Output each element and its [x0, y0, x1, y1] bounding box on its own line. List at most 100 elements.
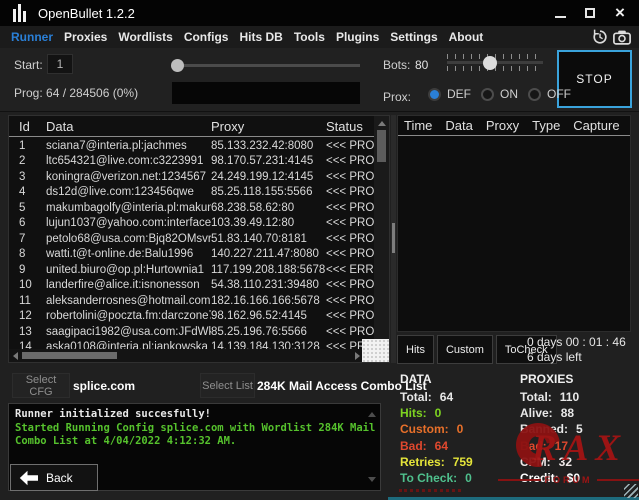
cell-status: <<< PRO	[326, 201, 374, 214]
screenshot-camera-icon[interactable]	[613, 30, 631, 45]
table-row[interactable]: 4 ds12d@live.com:123456qwe 85.25.118.155:5…	[9, 185, 374, 201]
stat-label: Retries:	[400, 454, 445, 469]
cell-proxy: 85.133.232.42:8080	[211, 139, 314, 152]
table-row[interactable]: 8 watti.t@t-online.de:Balu1996 140.227.211…	[9, 247, 374, 263]
scrollbar-corner	[362, 339, 389, 362]
back-button[interactable]: Back	[10, 464, 98, 491]
bots-slider-handle[interactable]	[483, 56, 497, 70]
table-row[interactable]: 13 saagipaci1982@usa.com:JFdWkXW385.25.19…	[9, 324, 374, 340]
cell-id: 8	[19, 248, 26, 261]
menu-icons	[592, 29, 631, 45]
table-row[interactable]: 5 makumbagolfy@interia.pl:makumba68.238.5…	[9, 200, 374, 216]
stat-label: CPM:	[520, 454, 551, 469]
hits-col-type[interactable]: Type	[532, 118, 560, 133]
proxies-stat-credit-: Credit: $0	[520, 470, 583, 486]
stat-value: 110	[559, 390, 580, 405]
tab-hits[interactable]: Hits	[397, 335, 434, 364]
menu-item-wordlists[interactable]: Wordlists	[118, 30, 172, 44]
cell-id: 12	[19, 310, 32, 323]
stat-label: Bad:	[520, 438, 547, 453]
cell-status: <<< PRO	[326, 139, 374, 152]
bots-slider[interactable]	[447, 54, 543, 76]
close-icon[interactable]: ×	[613, 4, 627, 21]
cell-data: united.biuro@op.pl:Hurtownia1	[46, 263, 205, 276]
log-line: Runner initialized succesfully!	[15, 408, 211, 420]
stat-label: Credit:	[520, 471, 559, 486]
scroll-right-icon[interactable]	[355, 352, 360, 360]
scroll-left-icon[interactable]	[13, 352, 18, 360]
select-wordlist-button[interactable]: Select List	[200, 373, 255, 398]
prox-radio-off[interactable]: OFF	[528, 87, 571, 101]
table-row[interactable]: 10 landerfire@alice.it:isnonesson 54.38.11…	[9, 278, 374, 294]
bots-value: 80	[415, 58, 429, 72]
table-row[interactable]: 2 ltc654321@live.com:c3223991 98.170.57.23…	[9, 154, 374, 170]
table-row[interactable]: 9 united.biuro@op.pl:Hurtownia1 117.199.20…	[9, 262, 374, 278]
horizontal-scroll-thumb[interactable]	[22, 352, 117, 359]
resize-grip[interactable]	[624, 484, 638, 498]
prox-radio-on[interactable]: ON	[481, 87, 518, 101]
data-stat-hits-: Hits: 0	[400, 405, 473, 421]
menubar: Runner Proxies Wordlists Configs Hits DB Tool…	[0, 26, 639, 48]
stat-value: 32	[558, 454, 573, 469]
cell-proxy: 103.39.49.12:80	[211, 217, 295, 230]
select-config-button[interactable]: Select CFG	[12, 373, 70, 398]
prox-radio-def[interactable]: DEF	[428, 87, 471, 101]
minimize-icon[interactable]	[553, 6, 567, 20]
stat-value: $0	[566, 471, 581, 486]
start-input[interactable]	[47, 54, 73, 74]
radio-dot-on[interactable]	[481, 87, 494, 101]
menu-item-settings[interactable]: Settings	[390, 30, 437, 44]
vertical-scroll-thumb[interactable]	[377, 130, 386, 162]
data-stats-title: DATA	[400, 372, 432, 386]
menu-item-proxies[interactable]: Proxies	[64, 30, 107, 44]
log-lines: Runner initialized succesfully! Started R…	[9, 404, 380, 449]
cell-status: <<< PRO	[326, 294, 374, 307]
tab-custom[interactable]: Custom	[436, 335, 493, 364]
history-clock-icon[interactable]	[592, 29, 608, 45]
menu-item-configs[interactable]: Configs	[184, 30, 229, 44]
results-col-id[interactable]: Id	[19, 119, 46, 134]
start-slider-handle[interactable]	[171, 59, 184, 72]
table-row[interactable]: 11 aleksanderrosnes@hotmail.com:Wir182.16…	[9, 293, 374, 309]
hits-col-time[interactable]: Time	[404, 118, 432, 133]
menu-item-runner[interactable]: Runner	[11, 30, 53, 44]
menu-item-hits-db[interactable]: Hits DB	[239, 30, 282, 44]
horizontal-scrollbar[interactable]	[9, 349, 364, 362]
watermark-dots	[399, 489, 461, 492]
cell-id: 10	[19, 279, 32, 292]
maximize-icon[interactable]	[583, 6, 597, 20]
cell-proxy: 98.170.57.231:4145	[211, 155, 314, 168]
results-col-data[interactable]: Data	[46, 119, 211, 134]
hits-col-proxy[interactable]: Proxy	[486, 118, 519, 133]
table-row[interactable]: 7 petolo68@usa.com:Bjq82OMsvr 51.83.140.70…	[9, 231, 374, 247]
hits-table: Time Data Proxy Type Capture	[397, 115, 631, 332]
cell-data: koningra@verizon.net:1234567	[46, 170, 207, 183]
start-slider[interactable]	[171, 59, 360, 72]
menu-item-plugins[interactable]: Plugins	[336, 30, 379, 44]
cell-id: 1	[19, 139, 26, 152]
hits-col-capture[interactable]: Capture	[573, 118, 619, 133]
table-row[interactable]: 6 lujun1037@yahoo.com:interface 103.39.49.…	[9, 216, 374, 232]
menu-item-about[interactable]: About	[449, 30, 484, 44]
table-row[interactable]: 12 robertolini@poczta.fm:darczone73 98.162…	[9, 309, 374, 325]
radio-dot-off[interactable]	[528, 87, 541, 101]
cell-data: ltc654321@live.com:c3223991	[46, 155, 204, 168]
log-scroll-up-icon[interactable]	[368, 412, 376, 417]
scroll-up-icon[interactable]	[377, 121, 386, 126]
panel-splitter[interactable]	[391, 115, 396, 363]
vertical-scrollbar[interactable]	[374, 116, 389, 350]
stat-label: Total:	[520, 390, 552, 405]
proxies-stat-cpm-: CPM: 32	[520, 454, 583, 470]
results-col-proxy[interactable]: Proxy	[211, 119, 326, 134]
timer-block: 0 days 00 : 01 : 46 6 days left	[527, 335, 626, 365]
cell-proxy: 24.249.199.12:4145	[211, 170, 314, 183]
menu-item-tools[interactable]: Tools	[294, 30, 325, 44]
table-row[interactable]: 1 sciana7@interia.pl:jachmes 85.133.232.42…	[9, 138, 374, 154]
back-label: Back	[46, 470, 73, 485]
table-row[interactable]: 3 koningra@verizon.net:1234567 24.249.199.…	[9, 169, 374, 185]
back-arrow-icon	[19, 470, 38, 485]
radio-dot-def[interactable]	[428, 87, 441, 101]
log-scroll-down-icon[interactable]	[368, 477, 376, 482]
hits-col-data[interactable]: Data	[445, 118, 472, 133]
proxies-stat-bad-: Bad: 17	[520, 438, 583, 454]
